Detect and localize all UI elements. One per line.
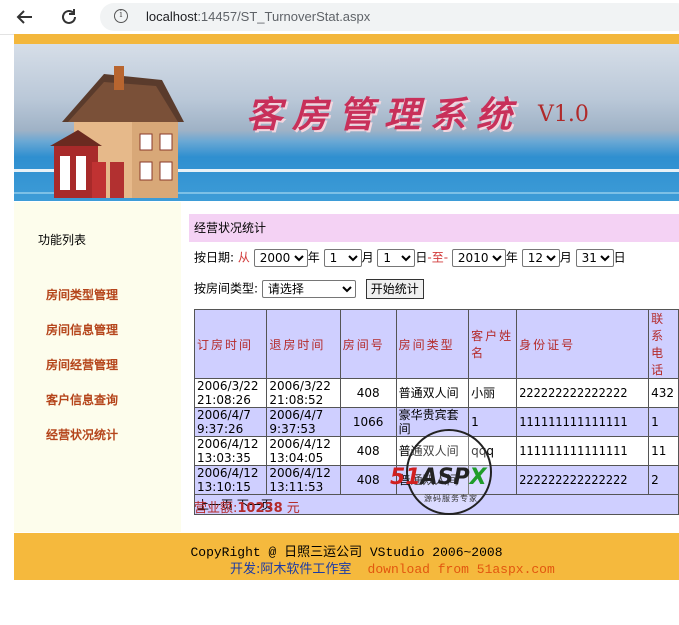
reload-button[interactable]: [56, 4, 82, 30]
start-stat-button[interactable]: 开始统计: [365, 278, 424, 299]
house-image: [50, 66, 184, 198]
reload-icon: [62, 9, 76, 24]
developer-label: 开发:: [230, 562, 261, 577]
room-cell: 1066: [339, 407, 397, 437]
column-header: 联系电话: [648, 309, 679, 379]
revenue-unit: 元: [286, 501, 300, 516]
date-filter-row: 按日期: 从 2000 年 1月 1 日-至- 2010 年 12 月 31 日: [194, 247, 626, 267]
to-label: -至-: [427, 250, 449, 265]
checkout-cell: 2006/3/22 21:08:52: [266, 378, 341, 408]
sidebar-title: 功能列表: [38, 233, 87, 247]
from-label: 从: [237, 250, 250, 265]
room-cell: 408: [339, 378, 397, 408]
by-date-label: 按日期:: [194, 250, 235, 265]
revenue-label: 营业额:: [194, 501, 238, 516]
banner-title: 客房管理系统: [246, 94, 523, 136]
column-header: 客户姓名: [468, 309, 518, 379]
footer: CopyRight @ 日照三运公司 VStudio 2006~2008 开发:…: [14, 533, 679, 580]
banner: 客房管理系统 V1.0: [14, 44, 679, 201]
room-type-label: 按房间类型:: [194, 281, 259, 296]
address-bar[interactable]: i localhost:14457/ST_TurnoverStat.aspx: [100, 3, 679, 31]
checkin-cell: 2006/3/22 21:08:26: [193, 378, 268, 408]
checkout-cell: 2006/4/12 13:11:53: [266, 465, 341, 495]
back-arrow-icon: [16, 10, 32, 24]
phone-cell: 11: [648, 436, 679, 466]
customer-name-cell: 1: [468, 407, 518, 437]
sidebar-item-customer-query[interactable]: 客户信息查询: [46, 391, 118, 408]
browser-toolbar: i localhost:14457/ST_TurnoverStat.aspx: [0, 0, 679, 35]
url-text[interactable]: localhost:14457/ST_TurnoverStat.aspx: [146, 9, 370, 24]
revenue-value: 10238: [237, 501, 283, 516]
column-header: 房间类型: [395, 309, 470, 379]
download-link[interactable]: download from 51aspx.com: [368, 562, 555, 577]
start-month-select[interactable]: 1: [323, 248, 362, 267]
column-header: 退房时间: [266, 309, 341, 379]
checkin-cell: 2006/4/12 13:03:35: [193, 436, 268, 466]
room-type-cell: 普通双人间: [395, 378, 470, 408]
watermark-brand: 51ASPX: [390, 465, 487, 490]
room-cell: 408: [339, 465, 397, 495]
column-header: 订房时间: [193, 309, 268, 379]
sidebar-item-room-info[interactable]: 房间信息管理: [46, 321, 118, 338]
start-year-select[interactable]: 2000: [253, 248, 308, 267]
id-number-cell: 222222222222222: [516, 378, 650, 408]
end-year-select[interactable]: 2010: [451, 248, 506, 267]
room-type-filter-row: 按房间类型: 请选择 开始统计: [194, 277, 424, 299]
watermark-brand-green: X: [469, 465, 487, 490]
top-accent-bar: [14, 34, 679, 44]
revenue-summary: 营业额:10238 元: [194, 497, 300, 516]
column-header: 身份证号: [516, 309, 650, 379]
id-number-cell: 222222222222222: [516, 465, 650, 495]
phone-cell: 2: [648, 465, 679, 495]
checkout-cell: 2006/4/12 13:04:05: [266, 436, 341, 466]
developer-line: 开发:阿木软件工作室 download from 51aspx.com: [230, 558, 555, 577]
year-label: 年: [505, 250, 518, 265]
day-label: 日: [613, 250, 626, 265]
checkin-cell: 2006/4/7 9:37:26: [193, 407, 268, 437]
sidebar-item-room-operation[interactable]: 房间经营管理: [46, 356, 118, 373]
phone-cell: 1: [648, 407, 679, 437]
checkout-cell: 2006/4/7 9:37:53: [266, 407, 341, 437]
page: 客房管理系统 V1.0 功能列表 房间类型管理 房间信息管理 房间经营管理 客户…: [14, 34, 679, 625]
watermark-slogan: 源码服务专家: [424, 494, 478, 503]
end-month-select[interactable]: 12: [521, 248, 560, 267]
room-cell: 408: [339, 436, 397, 466]
id-number-cell: 111111111111111: [516, 436, 650, 466]
sidebar: 功能列表 房间类型管理 房间信息管理 房间经营管理 客户信息查询 经营状况统计: [14, 202, 181, 532]
column-header: 房间号: [339, 309, 397, 379]
watermark-brand-red: 51: [390, 465, 421, 490]
url-host: localhost: [146, 9, 198, 24]
section-title: 经营状况统计: [189, 214, 679, 242]
room-type-select[interactable]: 请选择: [261, 279, 356, 298]
start-day-select[interactable]: 1: [377, 248, 416, 267]
end-day-select[interactable]: 31: [575, 248, 614, 267]
table-header-row: 订房时间 退房时间 房间号 房间类型 客户姓名 身份证号 联系电话: [193, 309, 679, 379]
watermark-brand-dark: ASP: [420, 465, 470, 490]
sidebar-item-turnover-stat[interactable]: 经营状况统计: [46, 426, 118, 443]
back-button[interactable]: [12, 4, 38, 30]
year-label: 年: [307, 250, 320, 265]
url-path: :14457/ST_TurnoverStat.aspx: [197, 9, 371, 24]
month-label: 月: [361, 250, 374, 265]
banner-version: V1.0: [538, 102, 589, 127]
customer-name-cell: 小丽: [468, 378, 518, 408]
day-label: 日: [415, 250, 428, 265]
checkin-cell: 2006/4/12 13:10:15: [193, 465, 268, 495]
developer-name: 阿木软件工作室: [260, 562, 352, 577]
site-info-icon[interactable]: i: [114, 9, 128, 23]
phone-cell: 432: [648, 378, 679, 408]
sidebar-item-room-type[interactable]: 房间类型管理: [46, 286, 118, 303]
id-number-cell: 111111111111111: [516, 407, 650, 437]
month-label: 月: [559, 250, 572, 265]
table-row: 2006/3/22 21:08:26 2006/3/22 21:08:52 40…: [193, 378, 679, 408]
